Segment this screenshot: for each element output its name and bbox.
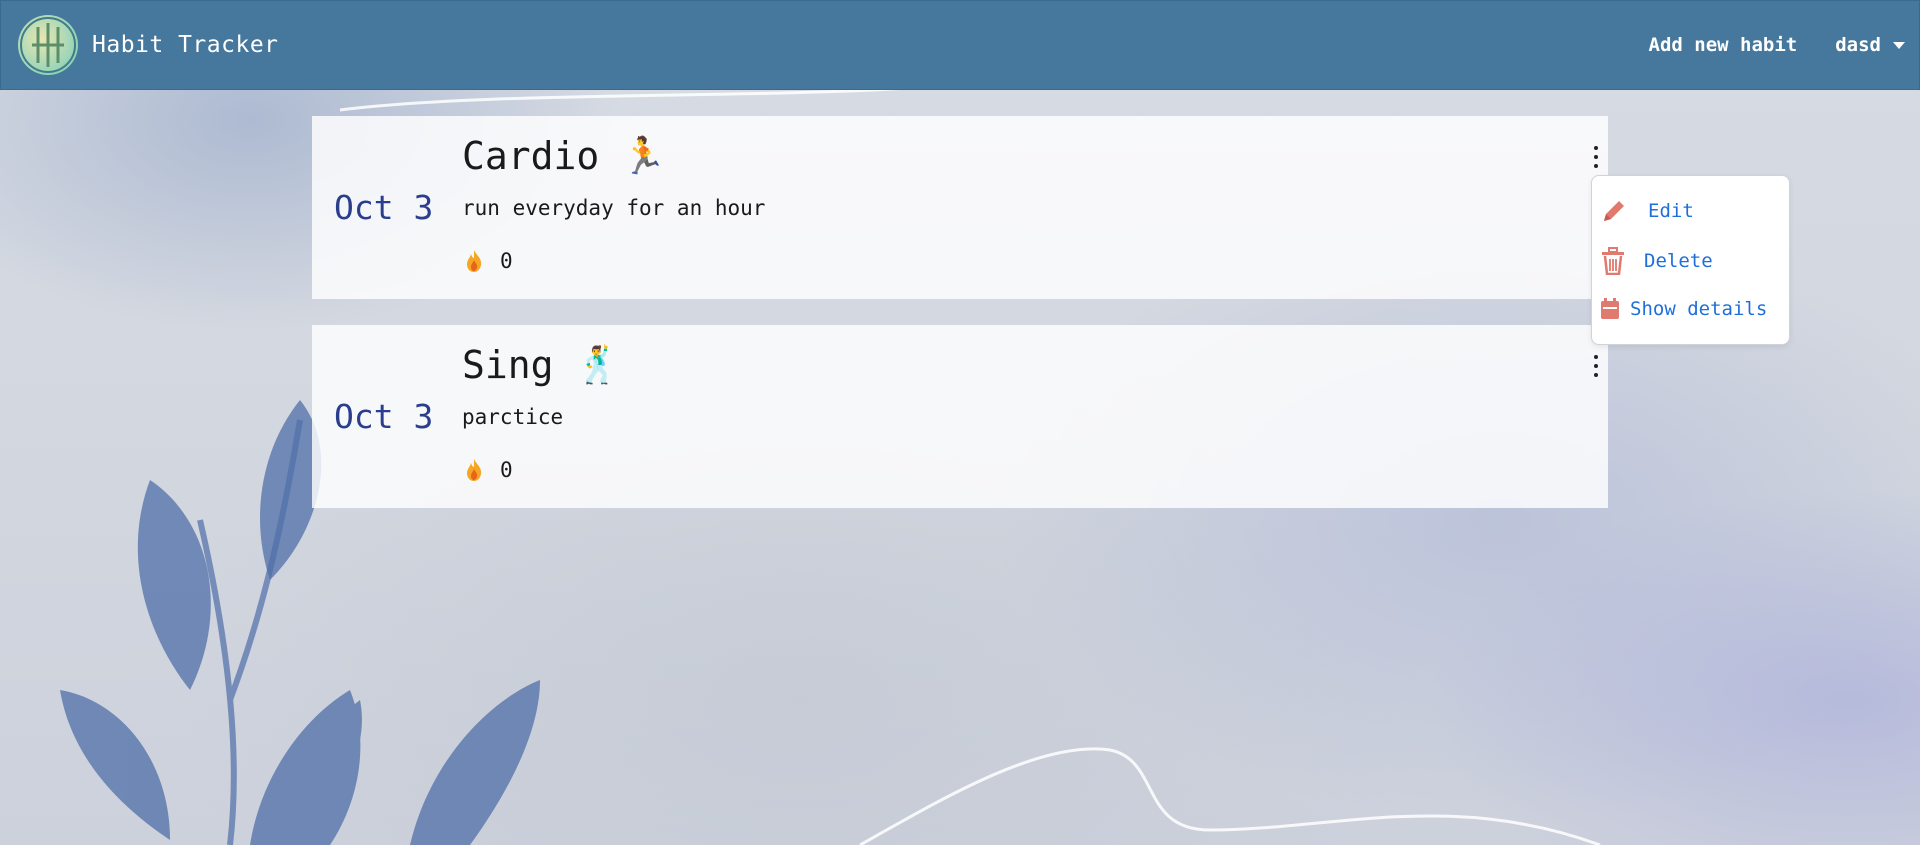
habit-tracker-logo-icon (18, 15, 78, 75)
running-emoji-icon: 🏃 (621, 136, 667, 177)
habit-title: Cardio (462, 134, 600, 178)
habit-card: Oct 3 Cardio 🏃 run everyday for an hour … (312, 116, 1608, 299)
flame-icon (467, 459, 482, 481)
brand[interactable]: Habit Tracker (18, 15, 279, 75)
calendar-icon (1601, 298, 1619, 319)
pencil-icon (1604, 201, 1624, 221)
streak-count: 0 (500, 458, 513, 482)
caret-down-icon (1893, 41, 1905, 49)
edit-label: Edit (1648, 200, 1694, 222)
habit-description: parctice (462, 405, 564, 429)
habit-streak: 0 (464, 458, 513, 482)
habit-title: Sing (462, 343, 554, 387)
delete-menu-item[interactable]: Delete (1600, 247, 1713, 275)
habit-title-row: Sing 🕺 (462, 343, 620, 387)
streak-count: 0 (500, 249, 513, 273)
habit-date: Oct 3 (334, 188, 434, 227)
habit-options-dropdown: Edit Delete Show details (1591, 175, 1790, 345)
flame-icon (467, 250, 482, 272)
user-menu-toggle[interactable]: dasd (1835, 34, 1905, 56)
dancing-emoji-icon: 🕺 (575, 345, 621, 386)
top-navbar: Habit Tracker Add new habit dasd (0, 0, 1920, 90)
edit-menu-item[interactable]: Edit (1600, 197, 1694, 225)
more-options-icon[interactable] (1590, 146, 1602, 168)
brand-title: Habit Tracker (92, 32, 279, 58)
habit-card: Oct 3 Sing 🕺 parctice 0 (312, 325, 1608, 508)
show-details-label: Show details (1630, 298, 1768, 320)
add-new-habit-link[interactable]: Add new habit (1649, 34, 1798, 56)
habit-date: Oct 3 (334, 397, 434, 436)
show-details-menu-item[interactable]: Show details (1600, 297, 1767, 321)
more-options-icon[interactable] (1590, 355, 1602, 377)
habit-description: run everyday for an hour (462, 196, 766, 220)
habit-title-row: Cardio 🏃 (462, 134, 666, 178)
user-name: dasd (1835, 34, 1881, 56)
delete-label: Delete (1644, 250, 1713, 272)
trash-icon (1602, 247, 1624, 275)
habit-streak: 0 (464, 249, 513, 273)
